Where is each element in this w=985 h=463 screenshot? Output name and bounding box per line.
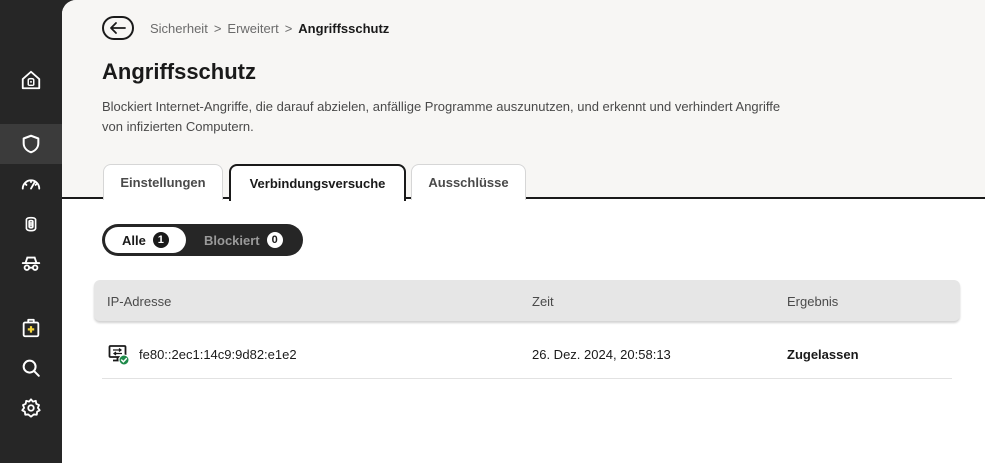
filter-all-label: Alle [122,232,146,248]
medical-kit-icon[interactable] [0,308,62,348]
page-title: Angriffsschutz [102,59,256,84]
cell-result: Zugelassen [787,347,859,362]
chevron-right-icon: > [213,21,222,36]
shield-icon[interactable] [0,124,62,164]
column-header-result[interactable]: Ergebnis [787,294,838,309]
filter-blocked-button[interactable]: Blockiert 0 [188,227,300,253]
column-header-time[interactable]: Zeit [532,294,554,309]
tab-einstellungen[interactable]: Einstellungen [103,164,223,200]
arrow-left-icon [110,22,126,34]
tab-ausschluesse[interactable]: Ausschlüsse [411,164,526,200]
filter-blocked-count: 0 [266,232,283,248]
breadcrumb-item-sicherheit[interactable]: Sicherheit [150,21,208,36]
column-header-ip[interactable]: IP-Adresse [107,294,171,309]
breadcrumb: Sicherheit > Erweitert > Angriffsschutz [150,21,389,36]
network-device-allowed-icon [108,345,130,366]
filter-all-button[interactable]: Alle 1 [105,227,186,253]
filter-blocked-label: Blockiert [204,232,260,248]
filter-all-count: 1 [152,232,169,248]
page-header: Sicherheit > Erweitert > Angriffsschutz … [62,0,985,201]
page-description: Blockiert Internet-Angriffe, die darauf … [102,99,781,134]
breadcrumb-current: Angriffsschutz [298,21,390,36]
cell-ip-address: fe80::2ec1:14c9:9d82:e1e2 [139,347,297,362]
table-row[interactable]: fe80::2ec1:14c9:9d82:e1e2 26. Dez. 2024,… [102,330,952,379]
tab-label: Einstellungen [120,175,206,190]
chevron-right-icon: > [284,21,293,36]
breadcrumb-item-erweitert[interactable]: Erweitert [227,21,278,36]
tab-label: Verbindungsversuche [249,176,386,191]
search-icon[interactable] [0,348,62,388]
tab-verbindungsversuche[interactable]: Verbindungsversuche [229,164,406,201]
table-header: IP-Adresse Zeit Ergebnis [94,280,960,321]
sidebar [0,0,62,463]
cell-time: 26. Dez. 2024, 20:58:13 [532,347,671,362]
fingerprint-icon[interactable] [0,204,62,244]
back-button[interactable] [102,16,134,40]
filter-segmented-control: Alle 1 Blockiert 0 [102,224,303,256]
home-security-icon[interactable] [0,60,62,100]
tab-label: Ausschlüsse [428,175,509,190]
gear-icon[interactable] [0,388,62,428]
speedometer-icon[interactable] [0,164,62,204]
main-panel: Sicherheit > Erweitert > Angriffsschutz … [62,0,985,463]
incognito-icon[interactable] [0,244,62,284]
